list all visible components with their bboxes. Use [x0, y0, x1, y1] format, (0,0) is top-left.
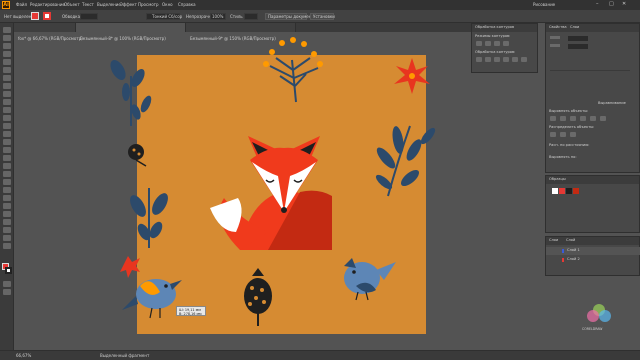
align-top-button[interactable]: [580, 116, 586, 121]
layer-row-2[interactable]: Слой 2: [546, 256, 640, 264]
swatch-black[interactable]: [566, 188, 572, 194]
properties-panel: Свойства Слои Выравнивание Выровнять объ…: [545, 23, 640, 173]
merge-button[interactable]: [494, 57, 500, 62]
measurement-tooltip: Ш: 19,11 мм В: 278,16 мм: [176, 306, 206, 316]
tab-layer[interactable]: Слой: [566, 238, 575, 243]
align-hcenter-button[interactable]: [560, 116, 566, 121]
layer-2-name: Слой 2: [567, 257, 580, 261]
pathfinder-header: Обработка контуров: [472, 24, 537, 32]
pathfinder-title: Обработка контуров: [475, 25, 515, 29]
divider: [550, 70, 630, 71]
tab-align[interactable]: Выравнивание: [598, 101, 626, 106]
align-left-button[interactable]: [550, 116, 556, 121]
canvas[interactable]: [0, 0, 640, 360]
align-bottom-button[interactable]: [600, 116, 606, 121]
distribute-objects-label: Распределить объекты:: [549, 125, 595, 129]
layer-2-color: [562, 258, 564, 262]
layer-1-name: Слой 1: [567, 248, 580, 252]
y-field[interactable]: [568, 44, 588, 49]
swatches-panel: Образцы: [545, 175, 640, 233]
corel-watermark-logo: CORELDRAW: [582, 302, 614, 332]
x-field[interactable]: [568, 36, 588, 41]
shape-modes-label: Режимы контуров:: [475, 34, 511, 38]
swatch-white[interactable]: [552, 188, 558, 194]
transform-row-1[interactable]: [550, 36, 560, 39]
transform-row-2[interactable]: [550, 44, 560, 47]
align-to-label: Выровнять по:: [549, 155, 577, 159]
tab-layers[interactable]: Слои: [549, 238, 558, 243]
tab-properties[interactable]: Свойства: [549, 25, 567, 30]
layers-panel: Слои Слой Слой 1 Слой 2: [545, 236, 640, 276]
tab-layers-top[interactable]: Слои: [570, 25, 579, 30]
crop-button[interactable]: [503, 57, 509, 62]
pathfinder-panel: Обработка контуров Режимы контуров: Обра…: [471, 23, 538, 73]
align-right-button[interactable]: [570, 116, 576, 121]
intersect-button[interactable]: [494, 41, 500, 46]
distribute-1-button[interactable]: [550, 132, 556, 137]
distribute-2-button[interactable]: [560, 132, 566, 137]
zoom-level[interactable]: 66,67%: [16, 354, 31, 358]
status-bar: 66,67% Выделенный фрагмент: [0, 350, 640, 360]
divide-button[interactable]: [476, 57, 482, 62]
align-vcenter-button[interactable]: [590, 116, 596, 121]
watermark-text: CORELDRAW: [582, 327, 603, 331]
swatches-title: Образцы: [549, 177, 566, 181]
pathfinders-label: Обработка контуров:: [475, 50, 516, 54]
layer-row-1[interactable]: Слой 1: [546, 247, 640, 255]
swatch-darkred[interactable]: [573, 188, 579, 194]
tooltip-height: В: 278,16 мм: [179, 312, 202, 316]
exclude-button[interactable]: [503, 41, 509, 46]
current-tool-status: Выделенный фрагмент: [100, 353, 150, 358]
minus-back-button[interactable]: [521, 57, 527, 62]
swatch-red[interactable]: [559, 188, 565, 194]
outline-button[interactable]: [512, 57, 518, 62]
distribute-3-button[interactable]: [570, 132, 576, 137]
align-objects-label: Выровнять объекты:: [549, 109, 589, 113]
layer-1-color: [562, 249, 564, 253]
trim-button[interactable]: [485, 57, 491, 62]
unite-button[interactable]: [476, 41, 482, 46]
distribute-spacing-label: Расп. по расстоянию:: [549, 143, 590, 147]
minus-front-button[interactable]: [485, 41, 491, 46]
